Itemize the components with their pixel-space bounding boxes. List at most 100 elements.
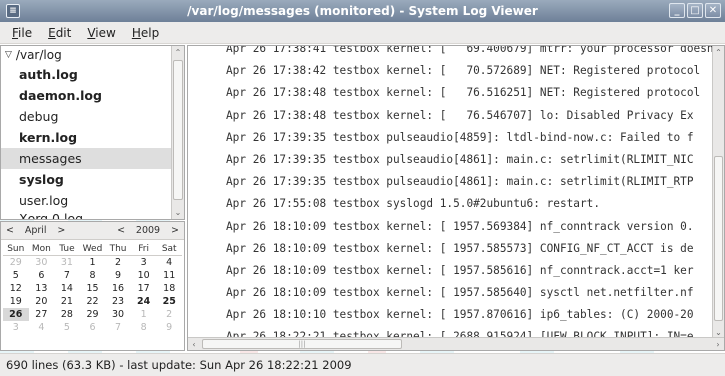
log-file-item[interactable]: user.log <box>1 190 184 211</box>
calendar-day[interactable]: 2 <box>105 256 131 269</box>
log-line[interactable]: Apr 26 17:38:48 testbox kernel: [ 76.546… <box>188 105 714 127</box>
log-line[interactable]: Apr 26 18:10:10 testbox kernel: [ 1957.8… <box>188 304 714 326</box>
calendar-day[interactable]: 13 <box>29 282 55 295</box>
calendar-day[interactable]: 5 <box>54 321 80 334</box>
log-file-item[interactable]: daemon.log <box>1 85 184 106</box>
scroll-up-arrow-icon[interactable]: ⌃ <box>713 46 724 58</box>
log-line[interactable]: Apr 26 18:10:09 testbox kernel: [ 1957.5… <box>188 238 714 260</box>
scroll-left-arrow-icon[interactable]: ‹ <box>188 338 200 350</box>
calendar-day[interactable]: 28 <box>54 308 80 321</box>
calendar-day[interactable]: 22 <box>80 295 106 308</box>
calendar-day[interactable]: 6 <box>80 321 106 334</box>
calendar-day[interactable]: 24 <box>131 295 157 308</box>
log-line[interactable]: Apr 26 17:38:41 testbox kernel: [ 69.400… <box>188 46 714 60</box>
scroll-thumb[interactable] <box>173 60 183 200</box>
weekday-header: Mon <box>28 242 55 256</box>
window-titlebar[interactable]: ≡ /var/log/messages (monitored) - System… <box>0 0 725 22</box>
next-month-button[interactable]: > <box>57 225 65 236</box>
next-year-button[interactable]: > <box>171 225 179 236</box>
log-file-item[interactable]: messages <box>1 148 184 169</box>
calendar-grid: Sun Mon Tue Wed Thu Fri Sat 29 30 31 1 2 3 4 5 6 7 8 9 10 11… <box>1 240 184 334</box>
menu-file[interactable]: File <box>4 26 40 40</box>
expander-triangle-icon[interactable]: ▽ <box>5 50 12 60</box>
log-file-item[interactable]: debug <box>1 106 184 127</box>
log-line[interactable]: Apr 26 18:10:09 testbox kernel: [ 1957.5… <box>188 282 714 304</box>
close-button[interactable]: ✕ <box>705 3 721 18</box>
menu-edit[interactable]: Edit <box>40 26 79 40</box>
log-file-item[interactable]: Xorg.0.log <box>1 211 184 219</box>
calendar-year: 2009 <box>135 225 161 236</box>
calendar-day[interactable]: 4 <box>156 256 182 269</box>
calendar-day[interactable]: 30 <box>29 256 55 269</box>
log-line[interactable]: Apr 26 17:38:48 testbox kernel: [ 76.516… <box>188 82 714 104</box>
calendar-day[interactable]: 12 <box>3 282 29 295</box>
calendar-day[interactable]: 15 <box>80 282 106 295</box>
calendar-day[interactable]: 5 <box>3 269 29 282</box>
calendar-day[interactable]: 26 <box>3 308 29 321</box>
log-line[interactable]: Apr 26 17:39:35 testbox pulseaudio[4861]… <box>188 149 714 171</box>
log-file-item[interactable]: auth.log <box>1 64 184 85</box>
tree-root-label: /var/log <box>15 48 62 62</box>
weekday-header: Tue <box>54 242 80 256</box>
calendar-day[interactable]: 29 <box>80 308 106 321</box>
calendar-day[interactable]: 6 <box>29 269 55 282</box>
menu-help[interactable]: Help <box>124 26 167 40</box>
calendar-day[interactable]: 8 <box>131 321 157 334</box>
calendar-day[interactable]: 31 <box>54 256 80 269</box>
log-horizontal-scrollbar[interactable]: ‹ ||| › <box>188 337 724 350</box>
log-line[interactable]: Apr 26 17:39:35 testbox pulseaudio[4859]… <box>188 127 714 149</box>
calendar-day[interactable]: 7 <box>105 321 131 334</box>
log-view[interactable]: Apr 26 17:38:41 testbox kernel: [ 69.400… <box>187 45 725 351</box>
app-icon[interactable]: ≡ <box>6 4 20 18</box>
log-file-item[interactable]: syslog <box>1 169 184 190</box>
scroll-down-arrow-icon[interactable]: ⌄ <box>172 206 184 219</box>
calendar-day[interactable]: 11 <box>156 269 182 282</box>
calendar: < April > < 2009 > Sun Mon Tue Wed Thu Fri Sat… <box>0 221 185 351</box>
menu-view[interactable]: View <box>79 26 123 40</box>
log-line[interactable]: Apr 26 18:10:09 testbox kernel: [ 1957.5… <box>188 260 714 282</box>
calendar-day[interactable]: 27 <box>29 308 55 321</box>
tree-vertical-scrollbar[interactable]: ⌃ ⌄ <box>171 46 184 219</box>
calendar-day[interactable]: 19 <box>3 295 29 308</box>
log-file-item[interactable]: kern.log <box>1 127 184 148</box>
calendar-day[interactable]: 10 <box>131 269 157 282</box>
scroll-thumb[interactable] <box>714 156 723 321</box>
calendar-day[interactable]: 7 <box>54 269 80 282</box>
calendar-day[interactable]: 4 <box>29 321 55 334</box>
calendar-day[interactable]: 16 <box>105 282 131 295</box>
calendar-day[interactable]: 8 <box>80 269 106 282</box>
calendar-day[interactable]: 14 <box>54 282 80 295</box>
weekday-header: Sun <box>3 242 29 256</box>
status-bar: 690 lines (63.3 KB) - last update: Sun A… <box>0 353 725 376</box>
calendar-day[interactable]: 18 <box>156 282 182 295</box>
weekday-header: Thu <box>105 242 131 256</box>
scroll-up-arrow-icon[interactable]: ⌃ <box>172 46 184 59</box>
scroll-thumb[interactable]: ||| <box>202 339 402 349</box>
menubar: File Edit View Help <box>0 22 725 44</box>
calendar-day[interactable]: 23 <box>105 295 131 308</box>
calendar-day[interactable]: 9 <box>156 321 182 334</box>
tree-root[interactable]: ▽ /var/log <box>1 46 184 64</box>
calendar-day[interactable]: 3 <box>131 256 157 269</box>
calendar-day[interactable]: 17 <box>131 282 157 295</box>
calendar-day[interactable]: 21 <box>54 295 80 308</box>
maximize-button[interactable]: □ <box>687 3 703 18</box>
log-line[interactable]: Apr 26 17:38:42 testbox kernel: [ 70.572… <box>188 60 714 82</box>
log-line[interactable]: Apr 26 18:10:09 testbox kernel: [ 1957.5… <box>188 216 714 238</box>
log-line[interactable]: Apr 26 17:39:35 testbox pulseaudio[4861]… <box>188 171 714 193</box>
prev-month-button[interactable]: < <box>6 225 14 236</box>
calendar-day[interactable]: 9 <box>105 269 131 282</box>
log-line[interactable]: Apr 26 17:55:08 testbox syslogd 1.5.0#2u… <box>188 193 714 215</box>
log-vertical-scrollbar[interactable]: ⌃ ⌄ <box>712 46 724 338</box>
calendar-day[interactable]: 25 <box>156 295 182 308</box>
calendar-day[interactable]: 20 <box>29 295 55 308</box>
calendar-day[interactable]: 1 <box>131 308 157 321</box>
calendar-day[interactable]: 3 <box>3 321 29 334</box>
calendar-day[interactable]: 30 <box>105 308 131 321</box>
calendar-day[interactable]: 1 <box>80 256 106 269</box>
minimize-button[interactable]: _ <box>669 3 685 18</box>
scroll-right-arrow-icon[interactable]: › <box>712 338 724 350</box>
calendar-day[interactable]: 2 <box>156 308 182 321</box>
prev-year-button[interactable]: < <box>117 225 125 236</box>
calendar-day[interactable]: 29 <box>3 256 29 269</box>
